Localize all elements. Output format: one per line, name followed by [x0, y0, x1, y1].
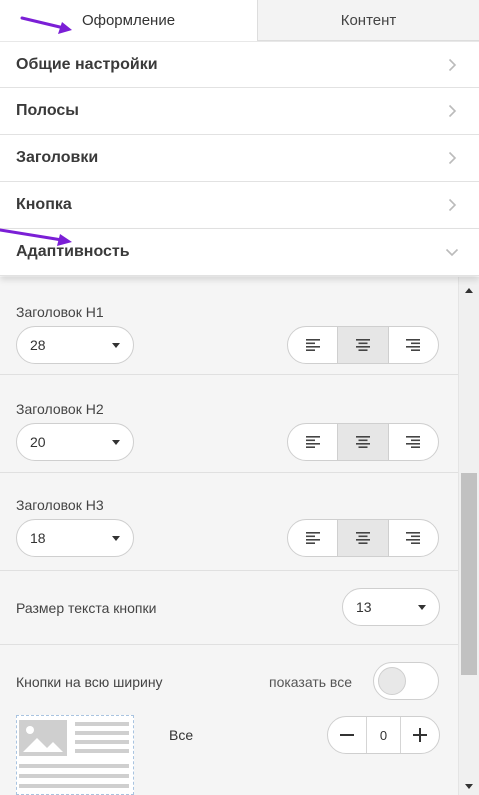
- heading-h1-size-select[interactable]: 28: [16, 326, 134, 364]
- scroll-up-button[interactable]: [459, 281, 479, 299]
- align-left-icon: [305, 339, 320, 351]
- full-width-buttons-label: Кнопки на всю ширину: [16, 674, 163, 690]
- accordion-stripes[interactable]: Полосы: [0, 88, 479, 135]
- accordion-label: Кнопка: [16, 196, 72, 213]
- heading-h2-align-group: [287, 423, 439, 461]
- select-value: 28: [30, 337, 46, 353]
- accordion-label: Общие настройки: [16, 55, 158, 73]
- all-row-label: Все: [169, 727, 194, 743]
- accordion-label: Полосы: [16, 102, 79, 119]
- align-center-icon: [355, 532, 370, 544]
- image-placeholder-icon: [19, 720, 129, 788]
- button-text-size-select[interactable]: 13: [342, 588, 440, 626]
- caret-down-icon: [418, 605, 426, 610]
- tab-design-label: Оформление: [81, 12, 176, 29]
- align-center-button[interactable]: [337, 327, 389, 363]
- heading-h1-align-group: [287, 326, 439, 364]
- align-right-button[interactable]: [389, 424, 438, 460]
- chevron-right-icon: [445, 198, 459, 212]
- heading-h3-section: Заголовок H3 18: [0, 473, 458, 571]
- stepper-value[interactable]: 0: [366, 717, 401, 753]
- tab-design[interactable]: Оформление: [0, 0, 257, 41]
- align-left-icon: [305, 532, 320, 544]
- accordion-general-settings[interactable]: Общие настройки: [0, 41, 479, 88]
- toggle-knob: [378, 667, 406, 695]
- align-center-button[interactable]: [337, 520, 389, 556]
- align-left-button[interactable]: [288, 327, 337, 363]
- full-width-buttons-section: Кнопки на всю ширину показать все Все 0: [0, 645, 458, 795]
- align-left-button[interactable]: [288, 520, 337, 556]
- caret-down-icon: [112, 343, 120, 348]
- heading-h3-title: Заголовок H3: [16, 497, 104, 513]
- chevron-right-icon: [445, 58, 459, 72]
- triangle-down-icon: [465, 783, 473, 789]
- settings-accordion: Общие настройки Полосы Заголовки Кнопка …: [0, 41, 479, 276]
- decrement-button[interactable]: [328, 717, 366, 753]
- chevron-right-icon: [445, 151, 459, 165]
- select-value: 13: [356, 599, 372, 615]
- full-width-stepper: 0: [327, 716, 440, 754]
- align-right-button[interactable]: [389, 327, 438, 363]
- accordion-label: Адаптивность: [16, 243, 130, 260]
- layout-preview-image: [16, 715, 134, 795]
- heading-h2-section: Заголовок H2 20: [0, 375, 458, 473]
- align-right-button[interactable]: [389, 520, 438, 556]
- align-left-icon: [305, 436, 320, 448]
- increment-button[interactable]: [401, 717, 439, 753]
- plus-icon: [413, 728, 427, 742]
- scroll-down-button[interactable]: [459, 777, 479, 795]
- heading-h1-section: Заголовок H1 28: [0, 277, 458, 375]
- tab-content-label: Контент: [340, 11, 397, 29]
- align-center-button[interactable]: [337, 424, 389, 460]
- heading-h2-title: Заголовок H2: [16, 401, 104, 417]
- accordion-label: Заголовки: [16, 149, 99, 166]
- panel-content: Заголовок H1 28 Заголовок H2 20 Заголово…: [0, 277, 458, 795]
- show-all-toggle[interactable]: [373, 662, 439, 700]
- select-value: 18: [30, 530, 46, 546]
- accordion-adaptivity[interactable]: Адаптивность: [0, 229, 479, 276]
- align-right-icon: [406, 532, 421, 544]
- align-right-icon: [406, 339, 421, 351]
- caret-down-icon: [112, 536, 120, 541]
- triangle-up-icon: [465, 287, 473, 293]
- panel-scrollbar[interactable]: [458, 277, 479, 795]
- tab-bar: Оформление Контент: [0, 0, 479, 41]
- heading-h3-size-select[interactable]: 18: [16, 519, 134, 557]
- select-value: 20: [30, 434, 46, 450]
- show-all-label: показать все: [269, 674, 352, 690]
- button-text-size-label: Размер текста кнопки: [16, 600, 157, 616]
- chevron-right-icon: [445, 104, 459, 118]
- heading-h2-size-select[interactable]: 20: [16, 423, 134, 461]
- caret-down-icon: [112, 440, 120, 445]
- accordion-headings[interactable]: Заголовки: [0, 135, 479, 182]
- scrollbar-thumb[interactable]: [461, 473, 477, 675]
- align-center-icon: [355, 339, 370, 351]
- align-left-button[interactable]: [288, 424, 337, 460]
- heading-h3-align-group: [287, 519, 439, 557]
- tab-content[interactable]: Контент: [257, 0, 479, 41]
- chevron-down-icon: [445, 245, 459, 259]
- align-right-icon: [406, 436, 421, 448]
- button-text-size-section: Размер текста кнопки 13: [0, 571, 458, 645]
- minus-icon: [340, 734, 354, 736]
- accordion-button[interactable]: Кнопка: [0, 182, 479, 229]
- adaptivity-panel: Заголовок H1 28 Заголовок H2 20 Заголово…: [0, 277, 479, 795]
- heading-h1-title: Заголовок H1: [16, 304, 104, 320]
- align-center-icon: [355, 436, 370, 448]
